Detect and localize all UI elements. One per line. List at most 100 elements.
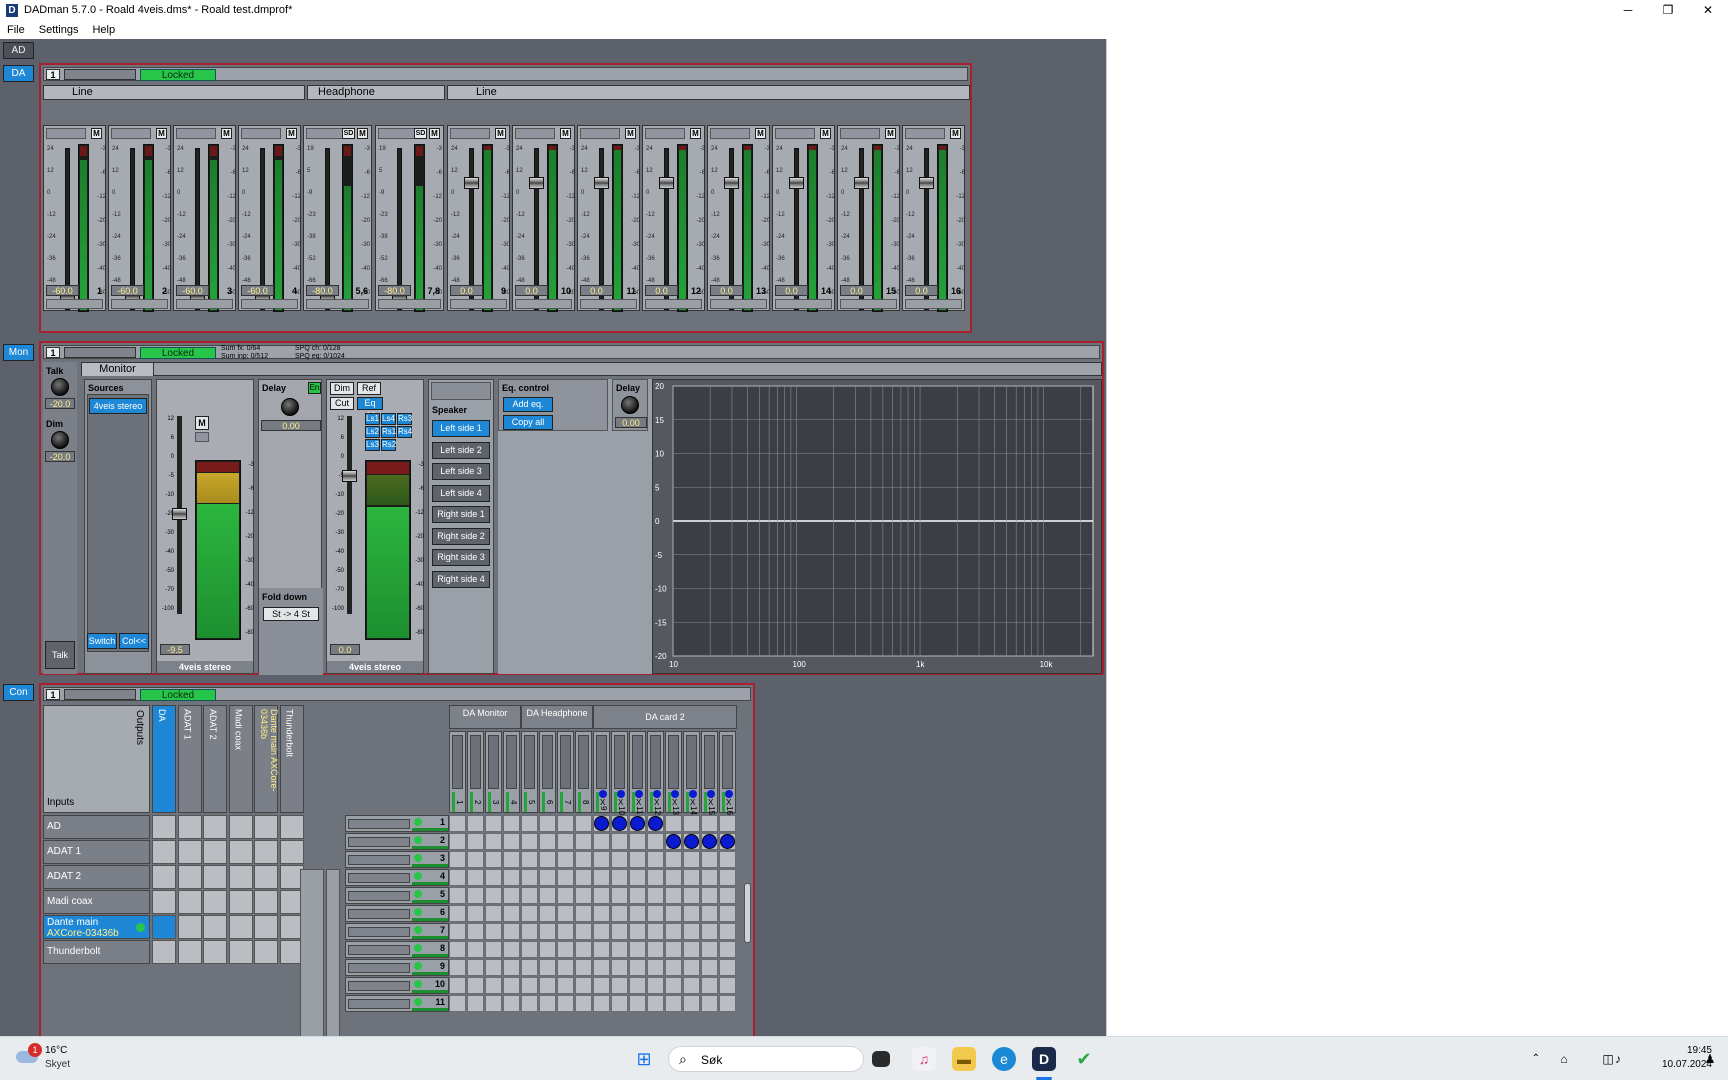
da-channel-value[interactable]: 0.0 — [645, 285, 678, 296]
matrix-cell[interactable] — [485, 977, 502, 994]
matrix-cell[interactable] — [683, 923, 700, 940]
matrix-cell[interactable] — [719, 815, 736, 832]
matrix-cell[interactable] — [575, 995, 592, 1012]
matrix-cell[interactable] — [647, 887, 664, 904]
matrix-cell[interactable] — [557, 905, 574, 922]
matrix-cell[interactable] — [683, 959, 700, 976]
speaker-item-7[interactable]: Right side 3 — [432, 549, 490, 566]
matrix-cell[interactable] — [467, 905, 484, 922]
output-column-header[interactable]: DA — [152, 705, 176, 813]
matrix-cell[interactable] — [503, 869, 520, 886]
matrix-cell[interactable] — [557, 887, 574, 904]
da-mute-button[interactable]: M — [221, 128, 232, 139]
matrix-cell[interactable] — [575, 869, 592, 886]
side-tab-da[interactable]: DA — [3, 65, 34, 82]
route-dot-icon[interactable] — [594, 816, 609, 831]
side-tab-mon[interactable]: Mon — [3, 344, 34, 361]
matrix-cell[interactable] — [629, 851, 646, 868]
matrix-cell[interactable] — [485, 851, 502, 868]
matrix-cell[interactable] — [701, 959, 718, 976]
matrix-cell[interactable] — [575, 905, 592, 922]
da-mute-button[interactable]: M — [495, 128, 506, 139]
matrix-cell[interactable] — [701, 977, 718, 994]
matrix-cell[interactable] — [575, 959, 592, 976]
matrix-cell[interactable] — [539, 851, 556, 868]
matrix-cell[interactable] — [719, 977, 736, 994]
talk-knob[interactable] — [51, 378, 69, 396]
matrix-cell[interactable] — [449, 815, 466, 832]
matrix-cell[interactable] — [557, 959, 574, 976]
matrix-cell[interactable] — [539, 923, 556, 940]
matrix-cell[interactable] — [539, 815, 556, 832]
da-fader-knob[interactable] — [529, 177, 544, 189]
matrix-cell[interactable] — [539, 833, 556, 850]
matrix-cell[interactable] — [539, 941, 556, 958]
matrix-cell[interactable] — [485, 995, 502, 1012]
matrix-cell[interactable] — [701, 995, 718, 1012]
matrix-cell[interactable] — [593, 887, 610, 904]
matrix-cell[interactable] — [467, 851, 484, 868]
speaker-tag[interactable]: Rs4 — [397, 426, 412, 438]
speaker-item-8[interactable]: Right side 4 — [432, 570, 490, 588]
da-channel-value[interactable]: 0.0 — [450, 285, 483, 296]
matrix-cell[interactable] — [665, 995, 682, 1012]
matrix-cell[interactable] — [629, 833, 646, 850]
routing-cell[interactable] — [177, 940, 202, 964]
add-eq-button[interactable]: Add eq. — [503, 397, 553, 412]
matrix-cell[interactable] — [557, 815, 574, 832]
matrix-cell[interactable] — [611, 833, 628, 850]
matrix-cell[interactable] — [683, 905, 700, 922]
matrix-cell[interactable] — [611, 851, 628, 868]
output-column-header[interactable]: Dante main AXCore-03436b — [254, 705, 279, 813]
matrix-cell[interactable] — [701, 923, 718, 940]
matrix-cell[interactable] — [665, 941, 682, 958]
route-dot-icon[interactable] — [684, 834, 699, 849]
delay2-knob[interactable] — [621, 396, 639, 414]
da-channel-value[interactable]: -60.0 — [176, 285, 209, 296]
matrix-cell[interactable] — [557, 851, 574, 868]
matrix-cell[interactable] — [593, 941, 610, 958]
matrix-cell[interactable] — [611, 959, 628, 976]
matrix-cell[interactable] — [611, 941, 628, 958]
matrix-cell[interactable] — [611, 923, 628, 940]
speaker-item-5[interactable]: Right side 1 — [432, 506, 490, 523]
matrix-cell[interactable] — [503, 851, 520, 868]
matrix-cell[interactable] — [701, 869, 718, 886]
close-button[interactable]: ✕ — [1688, 0, 1728, 20]
matrix-cell[interactable] — [611, 905, 628, 922]
input-row-header[interactable]: Madi coax — [43, 890, 150, 914]
matrix-cell[interactable] — [647, 959, 664, 976]
routing-cell[interactable] — [152, 915, 176, 939]
speaker-tag[interactable]: Rs3 — [397, 413, 412, 425]
matrix-cell[interactable] — [539, 887, 556, 904]
speaker-tag[interactable]: Ls1 — [365, 413, 380, 425]
matrix-cell[interactable] — [719, 851, 736, 868]
dadman-app-icon[interactable]: D — [1032, 1047, 1056, 1071]
input-row-header[interactable]: Thunderbolt — [43, 940, 150, 964]
matrix-cell[interactable] — [719, 887, 736, 904]
task-view-icon[interactable] — [872, 1051, 890, 1067]
output-fader-knob[interactable] — [342, 470, 357, 482]
da-channel-value[interactable]: -60.0 — [241, 285, 274, 296]
matrix-cell[interactable] — [665, 905, 682, 922]
matrix-cell[interactable] — [449, 923, 466, 940]
matrix-cell[interactable] — [647, 941, 664, 958]
da-fader-knob[interactable] — [724, 177, 739, 189]
source-item-4veis-stereo[interactable]: 4veis stereo — [89, 398, 147, 414]
matrix-cell[interactable] — [701, 887, 718, 904]
matrix-cell[interactable] — [503, 995, 520, 1012]
routing-cell[interactable] — [152, 840, 176, 864]
matrix-cell[interactable] — [611, 869, 628, 886]
routing-cell[interactable] — [177, 840, 202, 864]
matrix-cell[interactable] — [485, 941, 502, 958]
matrix-cell[interactable] — [539, 977, 556, 994]
matrix-cell[interactable] — [557, 869, 574, 886]
matrix-cell[interactable] — [503, 833, 520, 850]
da-fader-knob[interactable] — [919, 177, 934, 189]
routing-cell[interactable] — [228, 915, 253, 939]
monitor-mute-button[interactable]: M — [195, 416, 209, 430]
matrix-cell[interactable] — [557, 977, 574, 994]
checkmark-app-icon[interactable]: ✔ — [1072, 1047, 1096, 1071]
matrix-cell[interactable] — [521, 977, 538, 994]
maximize-button[interactable]: ❐ — [1648, 0, 1688, 20]
